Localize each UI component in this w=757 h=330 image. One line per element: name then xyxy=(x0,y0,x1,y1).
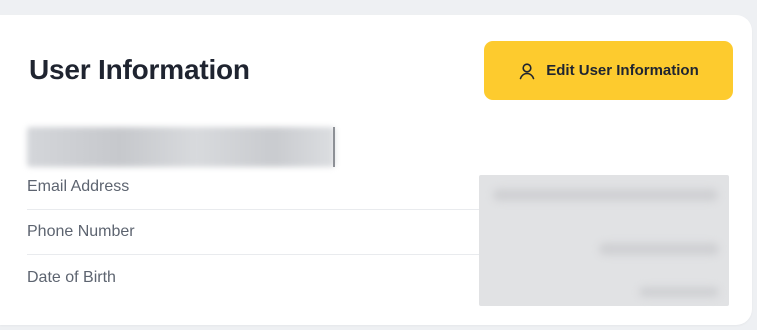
card-title: User Information xyxy=(29,54,250,85)
edit-user-information-label: Edit User Information xyxy=(546,62,699,79)
phone-number-label: Phone Number xyxy=(27,223,135,240)
user-icon xyxy=(518,62,536,80)
redacted-detail-values xyxy=(479,175,729,306)
redacted-user-name-edge xyxy=(333,127,335,167)
user-information-card: User Information Edit User Information E… xyxy=(0,15,752,325)
date-of-birth-label: Date of Birth xyxy=(27,268,116,286)
redacted-dob-value xyxy=(639,287,719,297)
redacted-phone-value xyxy=(599,243,719,255)
redacted-email-value xyxy=(493,189,718,201)
email-address-label: Email Address xyxy=(27,178,130,195)
redacted-user-name xyxy=(27,127,335,167)
edit-user-information-button[interactable]: Edit User Information xyxy=(484,41,733,100)
